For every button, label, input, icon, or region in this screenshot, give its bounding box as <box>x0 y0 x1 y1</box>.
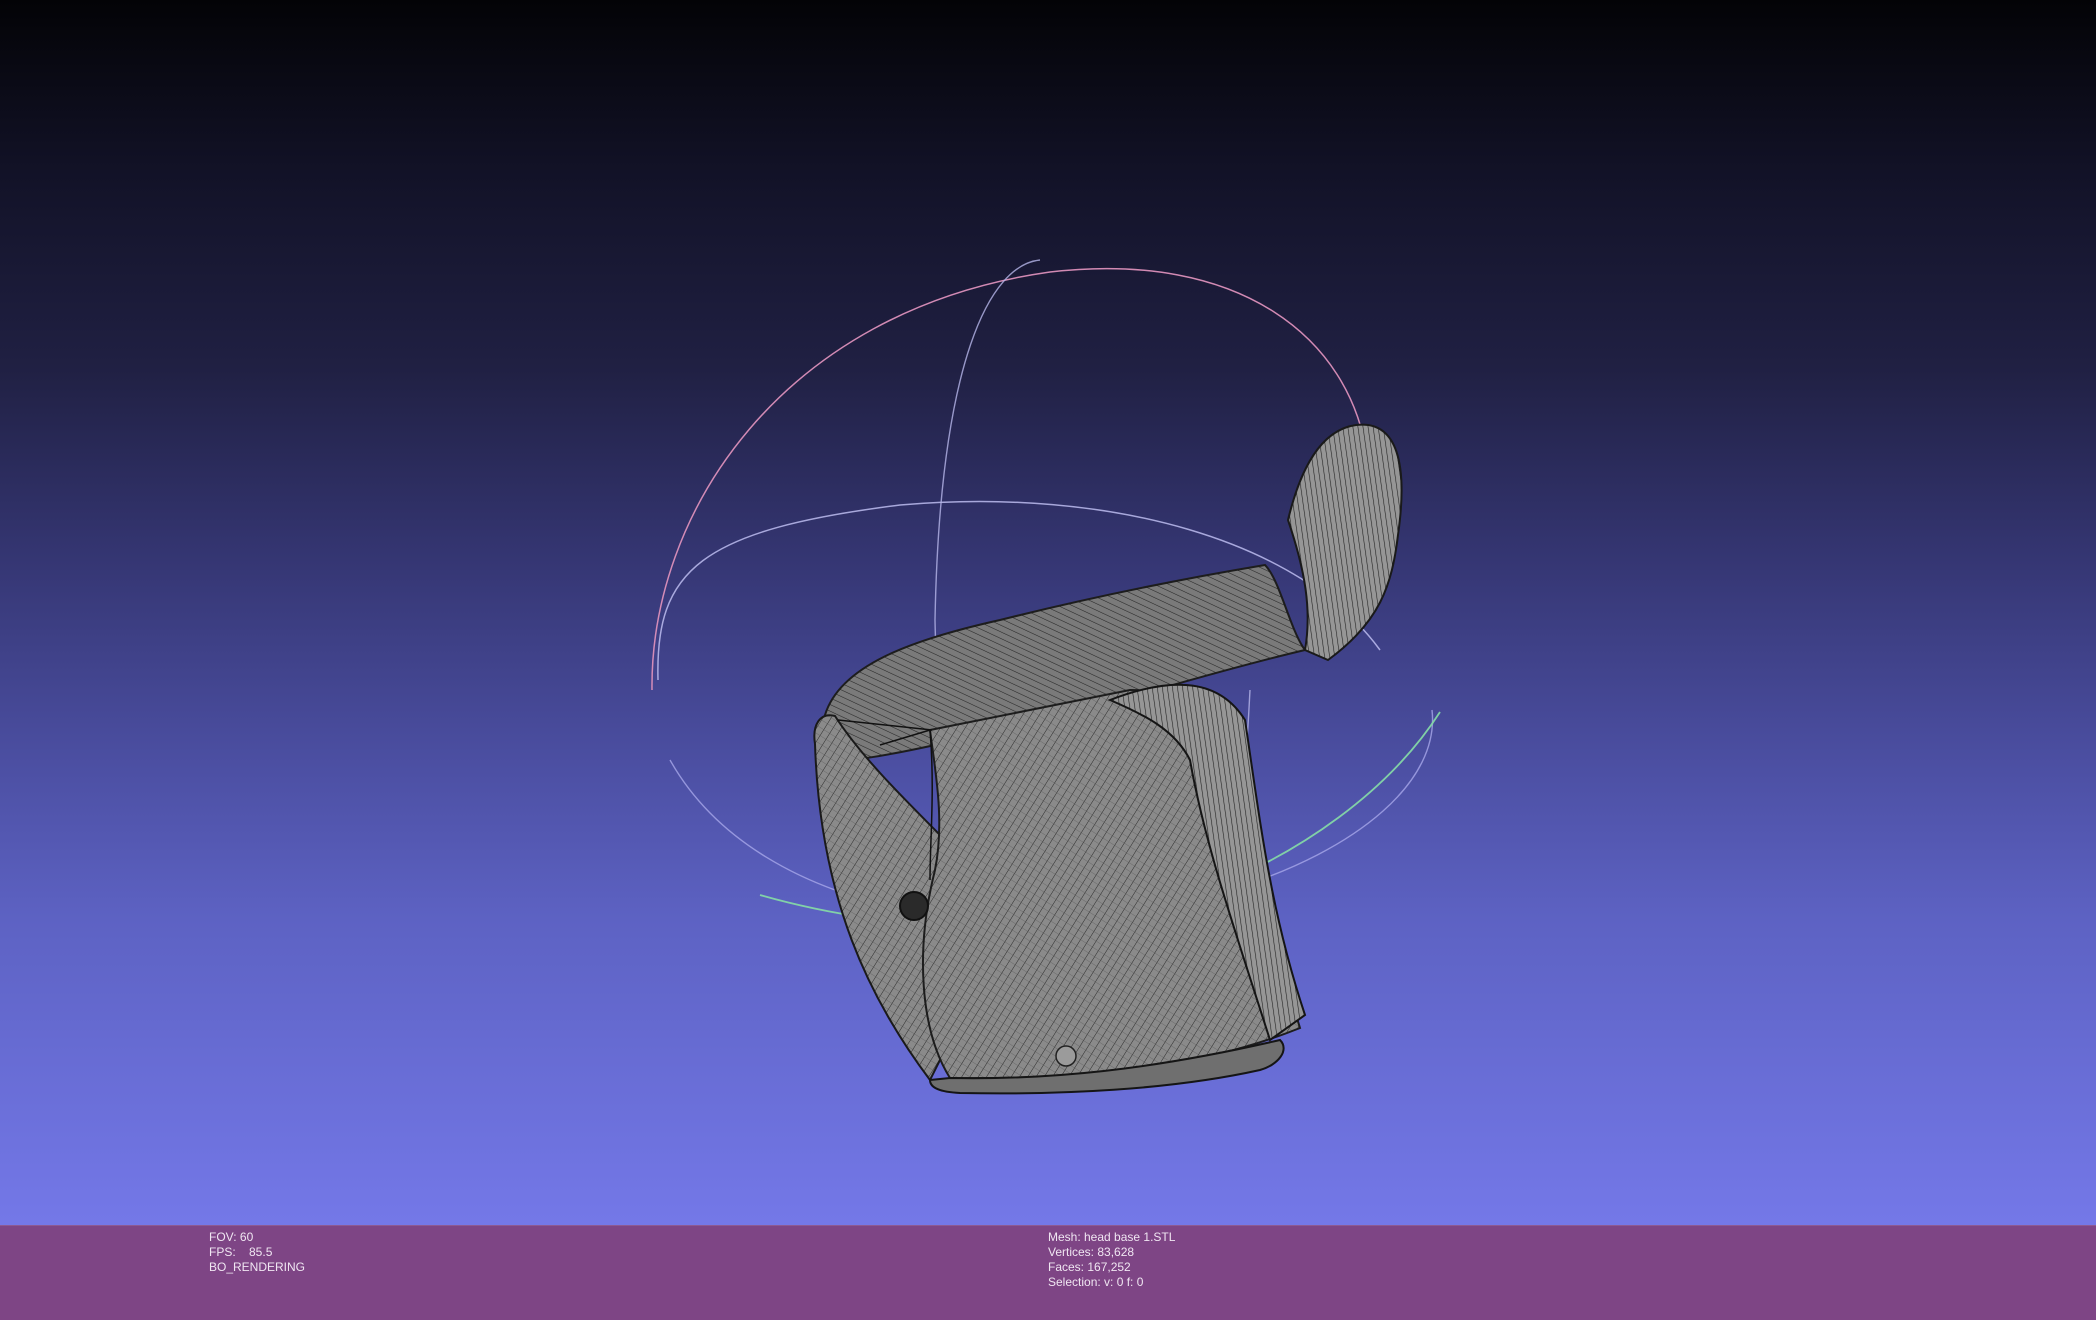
render-mode-label: BO_RENDERING <box>209 1260 306 1274</box>
fps-label: FPS: 85.5 <box>209 1245 273 1259</box>
mesh-icon[interactable] <box>813 423 1403 1095</box>
selection-label: Selection: v: 0 f: 0 <box>1048 1275 1144 1289</box>
mesh-info-panel: Mesh: head base 1.STL Vertices: 83,628 F… <box>1048 1230 1175 1290</box>
3d-viewport[interactable] <box>0 0 2096 1225</box>
fov-label: FOV: 60 <box>209 1230 254 1244</box>
status-info-bar: FOV: 60 FPS: 85.5 BO_RENDERING Mesh: hea… <box>0 1225 2096 1320</box>
render-info-panel: FOV: 60 FPS: 85.5 BO_RENDERING <box>209 1230 305 1275</box>
vertices-label: Vertices: 83,628 <box>1048 1245 1135 1259</box>
mesh-name-label: Mesh: head base 1.STL <box>1048 1230 1176 1244</box>
faces-label: Faces: 167,252 <box>1048 1260 1131 1274</box>
scene-canvas[interactable] <box>0 0 2096 1225</box>
